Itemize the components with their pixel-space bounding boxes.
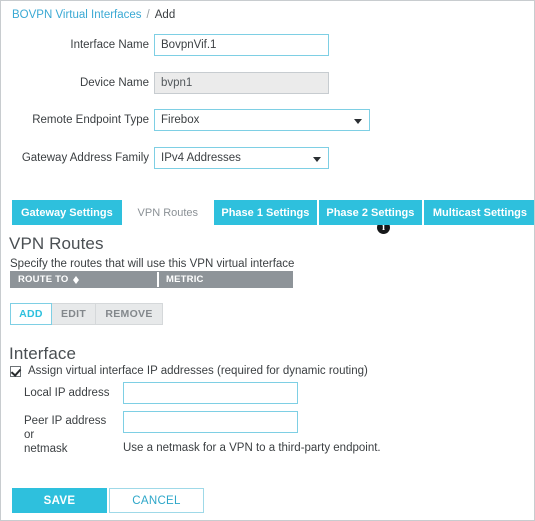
device-name-label: Device Name xyxy=(79,77,149,89)
tab-vpn-routes[interactable]: VPN Routes xyxy=(123,200,214,225)
interface-name-input[interactable] xyxy=(154,34,329,56)
chevron-down-icon xyxy=(313,157,321,162)
tab-label: Gateway Settings xyxy=(21,206,113,219)
bovpn-virtual-interface-add-page: BOVPN Virtual Interfaces / Add Interface N… xyxy=(0,0,535,521)
gateway-address-family-label: Gateway Address Family xyxy=(21,152,149,164)
column-header-label: METRIC xyxy=(166,274,204,285)
interface-name-label: Interface Name xyxy=(70,39,149,51)
tab-gateway-settings[interactable]: Gateway Settings xyxy=(12,200,124,225)
tab-label: VPN Routes xyxy=(137,206,199,219)
sort-arrows-icon xyxy=(72,275,80,285)
remote-endpoint-type-label: Remote Endpoint Type xyxy=(32,114,149,126)
form-row-remote-endpoint-type: Remote Endpoint Type Firebox i xyxy=(1,109,534,234)
local-ip-address-input[interactable] xyxy=(123,382,298,404)
edit-button[interactable]: EDIT xyxy=(52,303,96,325)
tab-multicast-settings[interactable]: Multicast Settings xyxy=(423,200,534,225)
peer-ip-address-label-line1: Peer IP address or xyxy=(24,415,107,441)
peer-ip-address-label: Peer IP address or netmask xyxy=(24,414,119,456)
form-row-interface-name: Interface Name xyxy=(1,34,534,56)
breadcrumb: BOVPN Virtual Interfaces / Add xyxy=(12,9,175,21)
local-ip-address-label: Local IP address xyxy=(24,387,110,399)
breadcrumb-separator: / xyxy=(146,9,150,21)
vpn-routes-description: Specify the routes that will use this VP… xyxy=(10,258,295,270)
chevron-down-icon xyxy=(354,119,362,124)
tab-phase-1-settings[interactable]: Phase 1 Settings xyxy=(213,200,319,225)
assign-virtual-ip-checkbox-row: Assign virtual interface IP addresses (r… xyxy=(10,365,368,377)
interface-section-title: Interface xyxy=(9,344,77,363)
add-button[interactable]: ADD xyxy=(10,303,52,325)
column-header-metric[interactable]: METRIC xyxy=(159,272,292,287)
vpn-routes-action-buttons: ADD EDIT REMOVE xyxy=(10,303,163,325)
breadcrumb-parent-link[interactable]: BOVPN Virtual Interfaces xyxy=(12,9,142,21)
save-button[interactable]: SAVE xyxy=(12,488,107,513)
column-header-route-to[interactable]: ROUTE TO xyxy=(11,272,159,287)
peer-ip-address-label-line2: netmask xyxy=(24,443,68,455)
remote-endpoint-type-select[interactable]: Firebox xyxy=(154,109,370,131)
tab-label: Phase 2 Settings xyxy=(326,206,415,219)
assign-virtual-ip-checkbox[interactable] xyxy=(10,365,21,377)
vpn-routes-title: VPN Routes xyxy=(9,234,104,253)
assign-virtual-ip-label: Assign virtual interface IP addresses (r… xyxy=(28,365,368,377)
tab-label: Phase 1 Settings xyxy=(221,206,310,219)
peer-ip-address-input[interactable] xyxy=(123,411,298,433)
gateway-address-family-select[interactable]: IPv4 Addresses xyxy=(154,147,329,169)
cancel-button[interactable]: CANCEL xyxy=(109,488,204,513)
settings-tab-strip: Gateway Settings VPN Routes Phase 1 Sett… xyxy=(12,200,534,225)
form-row-gateway-address-family: Gateway Address Family IPv4 Addresses xyxy=(1,147,534,169)
form-row-device-name: Device Name xyxy=(1,72,534,94)
gateway-address-family-value: IPv4 Addresses xyxy=(161,152,241,164)
device-name-input xyxy=(154,72,329,94)
column-header-label: ROUTE TO xyxy=(18,274,69,285)
breadcrumb-current: Add xyxy=(154,9,176,21)
vpn-routes-table: ROUTE TO METRIC xyxy=(10,271,293,288)
tab-phase-2-settings[interactable]: Phase 2 Settings xyxy=(318,200,424,225)
netmask-hint: Use a netmask for a VPN to a third-party… xyxy=(123,442,381,454)
remove-button[interactable]: REMOVE xyxy=(96,303,163,325)
tab-label: Multicast Settings xyxy=(432,206,527,219)
remote-endpoint-type-value: Firebox xyxy=(161,114,200,126)
